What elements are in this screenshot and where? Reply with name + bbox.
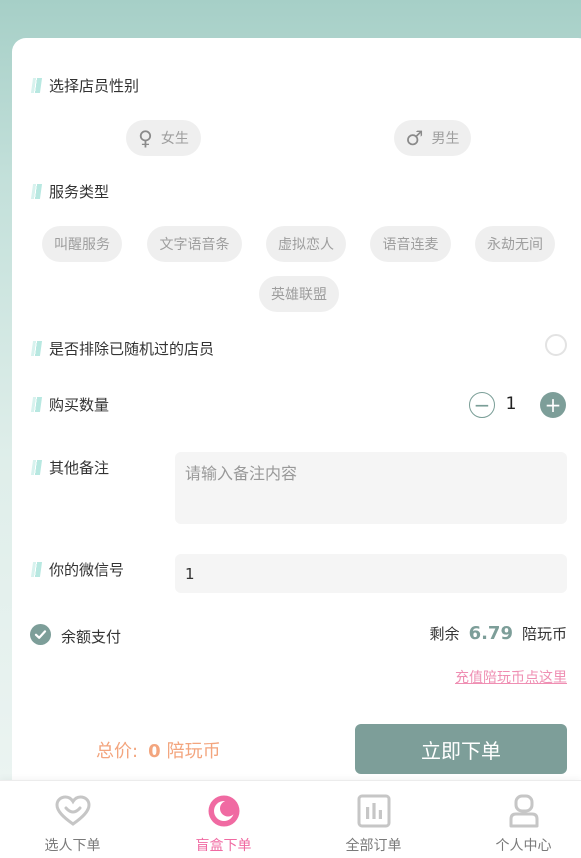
female-icon: ♀ bbox=[138, 126, 153, 150]
section-marker bbox=[30, 397, 43, 412]
wechat-section-label: 你的微信号 bbox=[30, 559, 124, 580]
section-marker bbox=[30, 184, 43, 199]
total-value: 0 bbox=[148, 741, 161, 762]
user-icon bbox=[506, 793, 542, 829]
quantity-minus-button[interactable]: − bbox=[469, 392, 495, 418]
section-marker bbox=[30, 562, 43, 577]
tab-all-orders[interactable]: 全部订单 bbox=[301, 781, 446, 858]
plus-icon: + bbox=[544, 393, 562, 417]
service-option-lol[interactable]: 英雄联盟 bbox=[259, 276, 339, 312]
bottom-tab-bar: 选人下单 盲盒下单 全部订单 个人中心 bbox=[0, 780, 581, 858]
balance-pay-label: 余额支付 bbox=[61, 628, 122, 646]
remark-section-label: 其他备注 bbox=[30, 457, 109, 478]
section-marker bbox=[30, 78, 43, 93]
service-option-virtual-lover[interactable]: 虚拟恋人 bbox=[266, 226, 346, 262]
gender-male-option[interactable]: ♂ 男生 bbox=[394, 120, 471, 156]
section-marker bbox=[30, 341, 43, 356]
wechat-input[interactable]: 1 bbox=[175, 554, 567, 593]
chart-bars-icon bbox=[356, 793, 392, 829]
service-option-voice-call[interactable]: 语音连麦 bbox=[370, 226, 451, 262]
quantity-section-label: 购买数量 bbox=[30, 394, 109, 415]
exclude-toggle[interactable] bbox=[545, 334, 567, 356]
place-order-button[interactable]: 立即下单 bbox=[355, 724, 567, 774]
quantity-value: 1 bbox=[505, 394, 517, 414]
moon-icon bbox=[206, 793, 242, 829]
tab-pick-order[interactable]: 选人下单 bbox=[0, 781, 145, 858]
gender-section-label: 选择店员性别 bbox=[30, 75, 139, 96]
recharge-link[interactable]: 充值陪玩币点这里 bbox=[455, 667, 567, 687]
service-section-label: 服务类型 bbox=[30, 181, 109, 202]
section-marker bbox=[30, 460, 43, 475]
service-option-voice-message[interactable]: 文字语音条 bbox=[147, 226, 242, 262]
tab-profile[interactable]: 个人中心 bbox=[451, 781, 581, 858]
balance-remaining: 剩余 6.79 陪玩币 bbox=[429, 623, 567, 644]
total-price: 总价: 0 陪玩币 bbox=[96, 741, 221, 762]
heart-face-icon bbox=[54, 793, 91, 829]
gender-female-option[interactable]: ♀ 女生 bbox=[126, 120, 201, 156]
service-option-wakeup[interactable]: 叫醒服务 bbox=[42, 226, 122, 262]
service-option-naraka[interactable]: 永劫无间 bbox=[475, 226, 555, 262]
checkmark-icon bbox=[34, 630, 47, 639]
remark-textarea[interactable]: 请输入备注内容 bbox=[175, 452, 567, 524]
balance-value: 6.79 bbox=[468, 623, 513, 644]
quantity-plus-button[interactable]: + bbox=[540, 392, 566, 418]
minus-icon: − bbox=[473, 393, 491, 417]
male-icon: ♂ bbox=[405, 126, 424, 150]
tab-blind-box-order[interactable]: 盲盒下单 bbox=[151, 781, 296, 858]
exclude-section-label: 是否排除已随机过的店员 bbox=[30, 338, 214, 359]
balance-pay-checkbox[interactable] bbox=[30, 624, 51, 645]
